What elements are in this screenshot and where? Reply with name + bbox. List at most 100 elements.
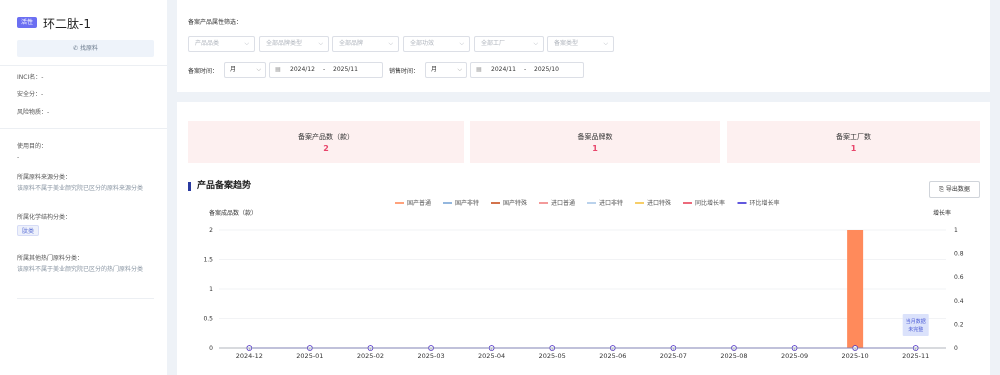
material-info-panel: 活性 环二肽-1 ✆ 找原料 INCI名：- 安全分：- 风险物质：- 使用目的… <box>0 0 167 375</box>
range-start: 2024/11 <box>491 66 516 73</box>
chevron-down-icon: ⌵ <box>388 40 393 47</box>
x-tick-label: 2025-11 <box>902 352 929 360</box>
sales-date-range[interactable]: ▦ 2024/11 - 2025/10 <box>470 62 584 78</box>
record-type-select[interactable]: 备案类型 ⌵ <box>547 36 614 52</box>
y-axis-label: 备案成品数（款） <box>209 209 257 217</box>
main-panel: 备案产品数（款） 2 备案品牌数 1 备案工厂数 1 产品备案趋势 ⎘ 导出数据… <box>177 102 990 375</box>
trend-chart: 国产普通 国产非特 国产特殊 进口普通 进口非特 进口特殊 同比增长率 环比增长率 备案成品数… <box>203 199 964 360</box>
x-tick-label: 2025-07 <box>660 352 687 360</box>
legend-label: 进口特殊 <box>647 199 671 207</box>
y2-tick-label: 0.6 <box>954 274 964 281</box>
chevron-down-icon: ⌵ <box>533 40 538 47</box>
x-tick-label: 2025-02 <box>357 352 384 360</box>
record-unit-select[interactable]: 月 ⌵ <box>224 62 266 78</box>
chevron-down-icon: ⌵ <box>256 66 261 73</box>
y-tick-label: 1.5 <box>203 257 213 264</box>
chevron-down-icon: ⌵ <box>603 40 608 47</box>
legend-label: 国产非特 <box>455 199 479 207</box>
record-date-range[interactable]: ▦ 2024/12 - 2025/11 <box>269 62 383 78</box>
y2-axis-label: 增长率 <box>933 209 951 217</box>
y-tick-label: 2 <box>209 227 213 234</box>
range-sep: - <box>323 66 326 73</box>
y-tick-label: 0 <box>209 345 213 352</box>
chart-legend: 国产普通 国产非特 国产特殊 进口普通 进口非特 进口特殊 同比增长率 环比增长率 <box>395 199 780 207</box>
y2-tick-label: 1 <box>954 227 958 234</box>
select-value: 全部工厂 <box>481 40 506 47</box>
source-label: 所属原料来源分类： <box>17 174 72 181</box>
usage-label: 使用目的： <box>17 143 48 150</box>
chem-label: 所属化学结构分类： <box>17 214 72 221</box>
chem-tag[interactable]: 肽类 <box>17 225 40 236</box>
calendar-icon: ▦ <box>275 66 281 73</box>
factory-select[interactable]: 全部工厂 ⌵ <box>474 36 544 52</box>
phone-icon: ✆ <box>73 45 79 52</box>
y2-tick-label: 0.2 <box>954 321 964 328</box>
y2-tick-label: 0.4 <box>954 298 964 305</box>
range-start: 2024/12 <box>290 66 315 73</box>
select-value: 全部品牌 <box>339 40 364 47</box>
y-axis: 0 0.5 1 1.5 2 <box>203 227 213 352</box>
y-tick-label: 0.5 <box>203 316 213 323</box>
filter-title: 备案产品属性筛选： <box>188 19 243 26</box>
source-desc: 该原料不属于美业颜究院已区分的原料来源分类 <box>17 185 144 192</box>
material-title: 环二肽-1 <box>43 17 91 31</box>
select-value: 产品品类 <box>195 40 220 47</box>
select-value: 全部品牌类型 <box>266 40 303 47</box>
chart-grid <box>219 229 946 349</box>
x-tick-label: 2025-01 <box>296 352 323 360</box>
sales-time-label: 销售时间： <box>389 68 420 75</box>
annotation-text: 当月数据 <box>906 318 926 325</box>
select-value: 备案类型 <box>554 40 579 47</box>
x-tick-label: 2025-04 <box>478 352 505 360</box>
legend-label: 进口普通 <box>551 199 575 207</box>
x-tick-label: 2025-09 <box>781 352 808 360</box>
risk-label: 风险物质：- <box>17 109 50 116</box>
inci-label: INCI名：- <box>17 74 44 81</box>
chevron-down-icon: ⌵ <box>244 40 249 47</box>
find-material-button[interactable]: ✆ 找原料 <box>17 40 154 57</box>
x-tick-label: 2025-08 <box>720 352 747 360</box>
y2-tick-label: 0.8 <box>954 251 964 258</box>
safety-label: 安全分：- <box>17 91 44 98</box>
range-sep: - <box>524 66 527 73</box>
range-end: 2025/10 <box>534 66 559 73</box>
x-axis: 2024-12 2025-01 2025-02 2025-03 2025-04 2025-… <box>219 347 946 360</box>
x-tick-label: 2025-10 <box>842 352 869 360</box>
range-end: 2025/11 <box>333 66 358 73</box>
legend-label: 环比增长率 <box>750 199 780 207</box>
calendar-icon: ▦ <box>476 66 482 73</box>
find-material-label: 找原料 <box>79 45 98 52</box>
x-tick-label: 2025-05 <box>539 352 566 360</box>
legend-label: 同比增长率 <box>695 199 725 207</box>
divider <box>17 298 154 299</box>
chevron-down-icon: ⌵ <box>459 40 464 47</box>
chart-annotation: 当月数据未完整 <box>902 314 929 336</box>
status-badge: 活性 <box>17 17 37 28</box>
select-value: 全部功效 <box>410 40 435 47</box>
legend-label: 进口非特 <box>599 199 623 207</box>
legend-label: 国产普通 <box>407 199 431 207</box>
chart-bars <box>847 230 864 348</box>
legend-label: 国产特殊 <box>503 199 527 207</box>
divider <box>0 65 167 66</box>
brand-type-select[interactable]: 全部品牌类型 ⌵ <box>259 36 329 52</box>
brand-select[interactable]: 全部品牌 ⌵ <box>332 36 399 52</box>
hot-label: 所属其他热门原料分类： <box>17 255 84 262</box>
hot-desc: 该原料不属于美业颜究院已区分的热门原料分类 <box>17 266 144 273</box>
efficacy-select[interactable]: 全部功效 ⌵ <box>403 36 470 52</box>
x-tick-label: 2024-12 <box>236 352 263 360</box>
chevron-down-icon: ⌵ <box>318 40 323 47</box>
filter-panel: 备案产品属性筛选： 产品品类 ⌵ 全部品牌类型 ⌵ 全部品牌 ⌵ 全部功效 ⌵ 全部工厂… <box>177 0 990 92</box>
y-tick-label: 1 <box>209 286 213 293</box>
divider <box>0 128 167 129</box>
usage-value: - <box>17 154 20 161</box>
select-value: 月 <box>431 66 438 73</box>
x-tick-label: 2025-03 <box>417 352 444 360</box>
category-select[interactable]: 产品品类 ⌵ <box>188 36 255 52</box>
sales-unit-select[interactable]: 月 ⌵ <box>425 62 467 78</box>
y2-axis: 0 0.2 0.4 0.6 0.8 1 <box>954 227 964 352</box>
y2-tick-label: 0 <box>954 345 958 352</box>
bar <box>847 230 864 348</box>
x-tick-label: 2025-06 <box>599 352 626 360</box>
select-value: 月 <box>230 66 237 73</box>
